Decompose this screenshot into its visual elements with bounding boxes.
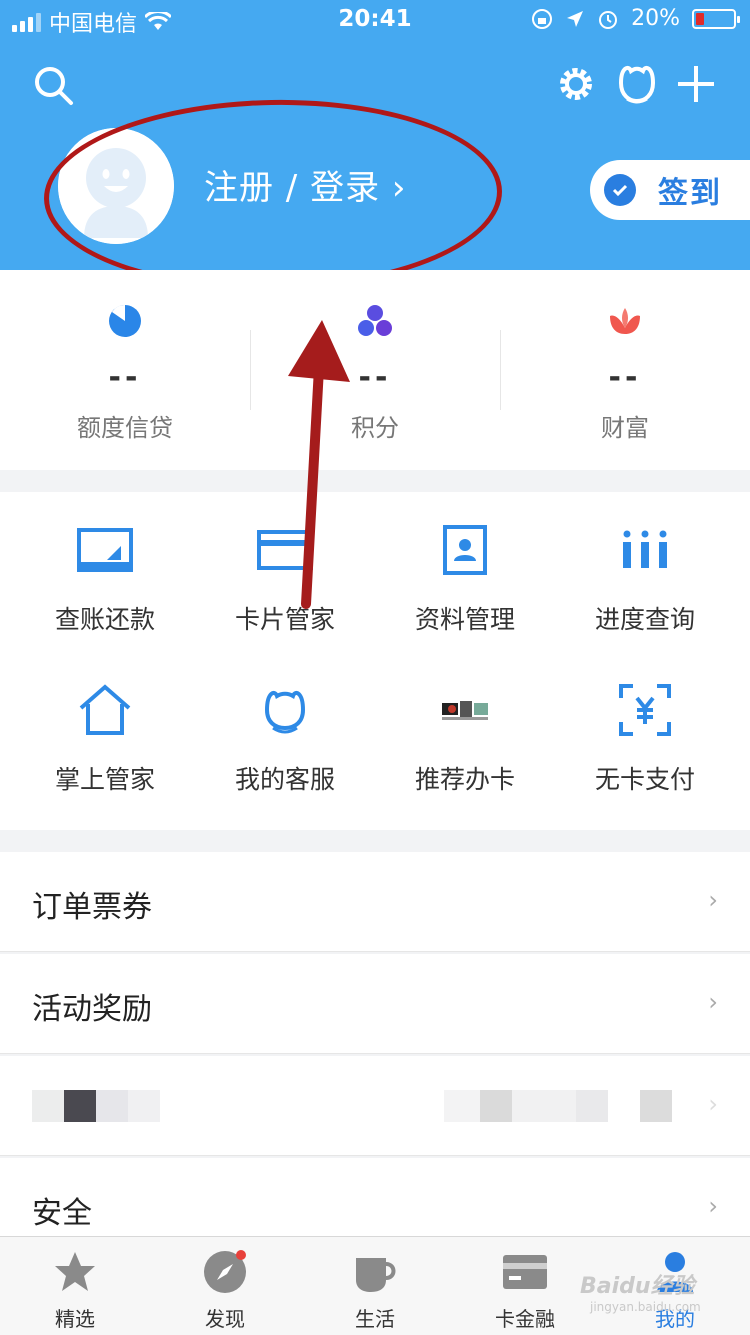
- grid-item-progress[interactable]: 进度查询: [555, 492, 735, 652]
- signin-button[interactable]: 签到: [590, 160, 750, 220]
- rotation-lock-icon: [532, 8, 553, 29]
- list-item-orders[interactable]: 订单票券 ›: [0, 852, 750, 952]
- pie-icon: [109, 305, 141, 337]
- compass-icon: [202, 1249, 248, 1295]
- grid-item-recommend-card[interactable]: 推荐办卡: [375, 652, 555, 812]
- list-item-security[interactable]: 安全 ›: [0, 1158, 750, 1236]
- chevron-right-icon: ›: [708, 1192, 718, 1220]
- stat-wealth[interactable]: -- 财富: [500, 270, 750, 470]
- lotus-icon: [610, 308, 640, 334]
- tab-discover[interactable]: 发现: [150, 1237, 300, 1335]
- alarm-icon: [599, 10, 618, 29]
- watermark: Baidu经验 jingyan.baidu.com: [580, 1274, 701, 1314]
- service-icon: [255, 684, 315, 736]
- feature-grid: 查账还款 卡片管家 资料管理 进度查询 掌上管家 我的客服 推荐办卡 无卡支付: [0, 492, 750, 830]
- progress-icon: [615, 524, 675, 576]
- tab-card-finance[interactable]: 卡金融: [450, 1237, 600, 1335]
- customer-service-icon[interactable]: [612, 58, 662, 108]
- list-item-rewards[interactable]: 活动奖励 ›: [0, 954, 750, 1054]
- tab-life[interactable]: 生活: [300, 1237, 450, 1335]
- grid-item-bill[interactable]: 查账还款: [15, 492, 195, 652]
- grid-item-card-manager[interactable]: 卡片管家: [195, 492, 375, 652]
- status-bar: 中国电信 20:41 20%: [0, 0, 750, 42]
- dots-icon: [358, 305, 392, 336]
- chevron-right-icon: ›: [708, 886, 718, 914]
- location-icon: [567, 10, 584, 27]
- chevron-right-icon: ›: [708, 1090, 718, 1118]
- search-icon[interactable]: [30, 62, 76, 108]
- battery-percent: 20%: [631, 6, 680, 31]
- grid-item-profile[interactable]: 资料管理: [375, 492, 555, 652]
- list-item-redacted[interactable]: ›: [0, 1056, 750, 1156]
- home-icon: [75, 684, 135, 736]
- check-icon: [604, 174, 636, 206]
- scan-yuan-icon: [615, 684, 675, 736]
- star-icon: [52, 1249, 98, 1295]
- profile-icon: [435, 524, 495, 576]
- bill-icon: [75, 524, 135, 576]
- recommend-card-icon: [435, 684, 495, 736]
- tab-featured[interactable]: 精选: [0, 1237, 150, 1335]
- grid-item-home[interactable]: 掌上管家: [15, 652, 195, 812]
- stat-points[interactable]: -- 积分: [250, 270, 500, 470]
- grid-item-service[interactable]: 我的客服: [195, 652, 375, 812]
- signin-label: 签到: [658, 176, 722, 211]
- add-plus-icon[interactable]: [674, 62, 718, 106]
- settings-gear-icon[interactable]: [554, 62, 598, 106]
- stats-panel: -- 额度信贷 -- 积分 -- 财富: [0, 270, 750, 470]
- cup-icon: [352, 1249, 398, 1295]
- chevron-right-icon: ›: [708, 988, 718, 1016]
- battery-icon: [692, 8, 740, 29]
- card-icon: [255, 524, 315, 576]
- card-finance-icon: [502, 1249, 548, 1295]
- grid-item-cardless-pay[interactable]: 无卡支付: [555, 652, 735, 812]
- stat-credit[interactable]: -- 额度信贷: [0, 270, 250, 470]
